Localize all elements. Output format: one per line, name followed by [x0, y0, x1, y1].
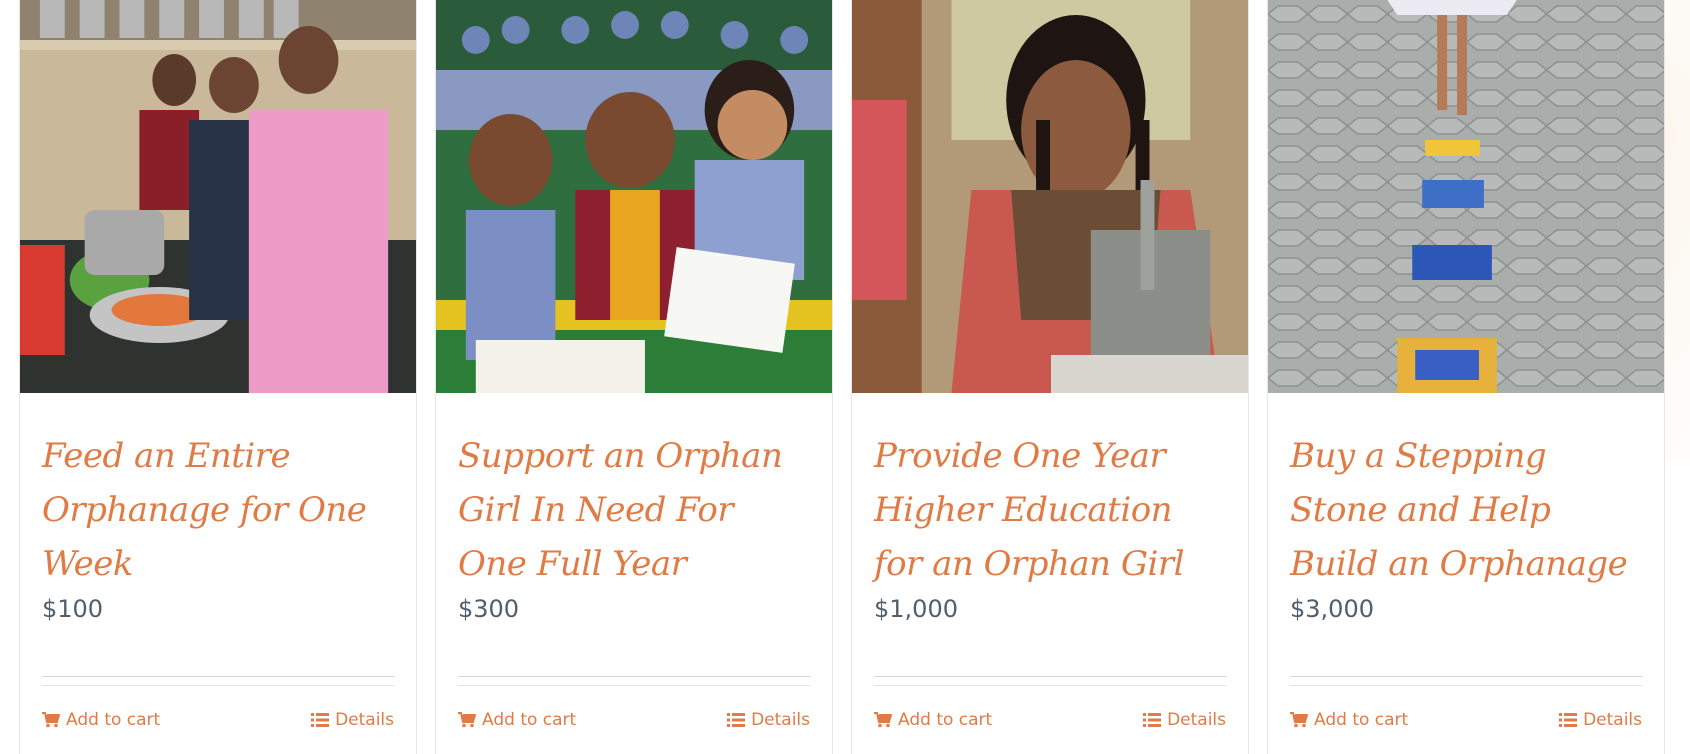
paving-photo-icon	[1268, 0, 1664, 393]
details-link[interactable]: Details	[1559, 710, 1642, 730]
details-link[interactable]: Details	[311, 710, 394, 730]
product-title[interactable]: Buy a Stepping Stone and Help Build an O…	[1290, 429, 1642, 591]
product-title[interactable]: Feed an Entire Orphanage for One Week	[42, 429, 394, 591]
classroom-photo-icon	[436, 0, 832, 393]
list-icon	[311, 713, 330, 727]
cart-icon	[874, 712, 892, 728]
lab-photo-icon	[852, 0, 1248, 393]
details-label: Details	[1167, 710, 1226, 730]
product-price: $100	[42, 595, 104, 623]
add-to-cart-button[interactable]: Add to cart	[458, 710, 576, 730]
add-to-cart-label: Add to cart	[482, 710, 577, 730]
product-image-lab[interactable]	[852, 0, 1248, 393]
list-icon	[1559, 713, 1578, 727]
product-title[interactable]: Support an Orphan Girl In Need For One F…	[458, 429, 810, 591]
details-label: Details	[1583, 710, 1642, 730]
cart-icon	[458, 712, 476, 728]
add-to-cart-button[interactable]: Add to cart	[874, 710, 992, 730]
list-icon	[727, 713, 746, 727]
product-card: Feed an Entire Orphanage for One Week $1…	[19, 0, 417, 754]
product-card: Buy a Stepping Stone and Help Build an O…	[1267, 0, 1665, 754]
cart-icon	[1290, 712, 1308, 728]
details-link[interactable]: Details	[727, 710, 810, 730]
add-to-cart-label: Add to cart	[898, 710, 993, 730]
card-actions: Add to cart Details	[1290, 710, 1642, 730]
card-actions: Add to cart Details	[458, 710, 810, 730]
card-divider	[874, 676, 1226, 686]
list-icon	[1143, 713, 1162, 727]
details-link[interactable]: Details	[1143, 710, 1226, 730]
product-image-paving[interactable]	[1268, 0, 1664, 393]
card-divider	[1290, 676, 1642, 686]
product-title[interactable]: Provide One Year Higher Education for an…	[874, 429, 1226, 591]
product-image-classroom[interactable]	[436, 0, 832, 393]
card-actions: Add to cart Details	[42, 710, 394, 730]
product-card: Provide One Year Higher Education for an…	[851, 0, 1249, 754]
add-to-cart-label: Add to cart	[1314, 710, 1409, 730]
kitchen-photo-icon	[20, 0, 416, 393]
details-label: Details	[751, 710, 810, 730]
add-to-cart-button[interactable]: Add to cart	[1290, 710, 1408, 730]
add-to-cart-label: Add to cart	[66, 710, 161, 730]
cart-icon	[42, 712, 60, 728]
product-price: $3,000	[1290, 595, 1374, 623]
product-grid: Feed an Entire Orphanage for One Week $1…	[19, 0, 1665, 754]
product-card: Support an Orphan Girl In Need For One F…	[435, 0, 833, 754]
product-image-kitchen[interactable]	[20, 0, 416, 393]
card-divider	[458, 676, 810, 686]
add-to-cart-button[interactable]: Add to cart	[42, 710, 160, 730]
card-actions: Add to cart Details	[874, 710, 1226, 730]
card-divider	[42, 676, 394, 686]
product-price: $1,000	[874, 595, 958, 623]
details-label: Details	[335, 710, 394, 730]
product-price: $300	[458, 595, 520, 623]
